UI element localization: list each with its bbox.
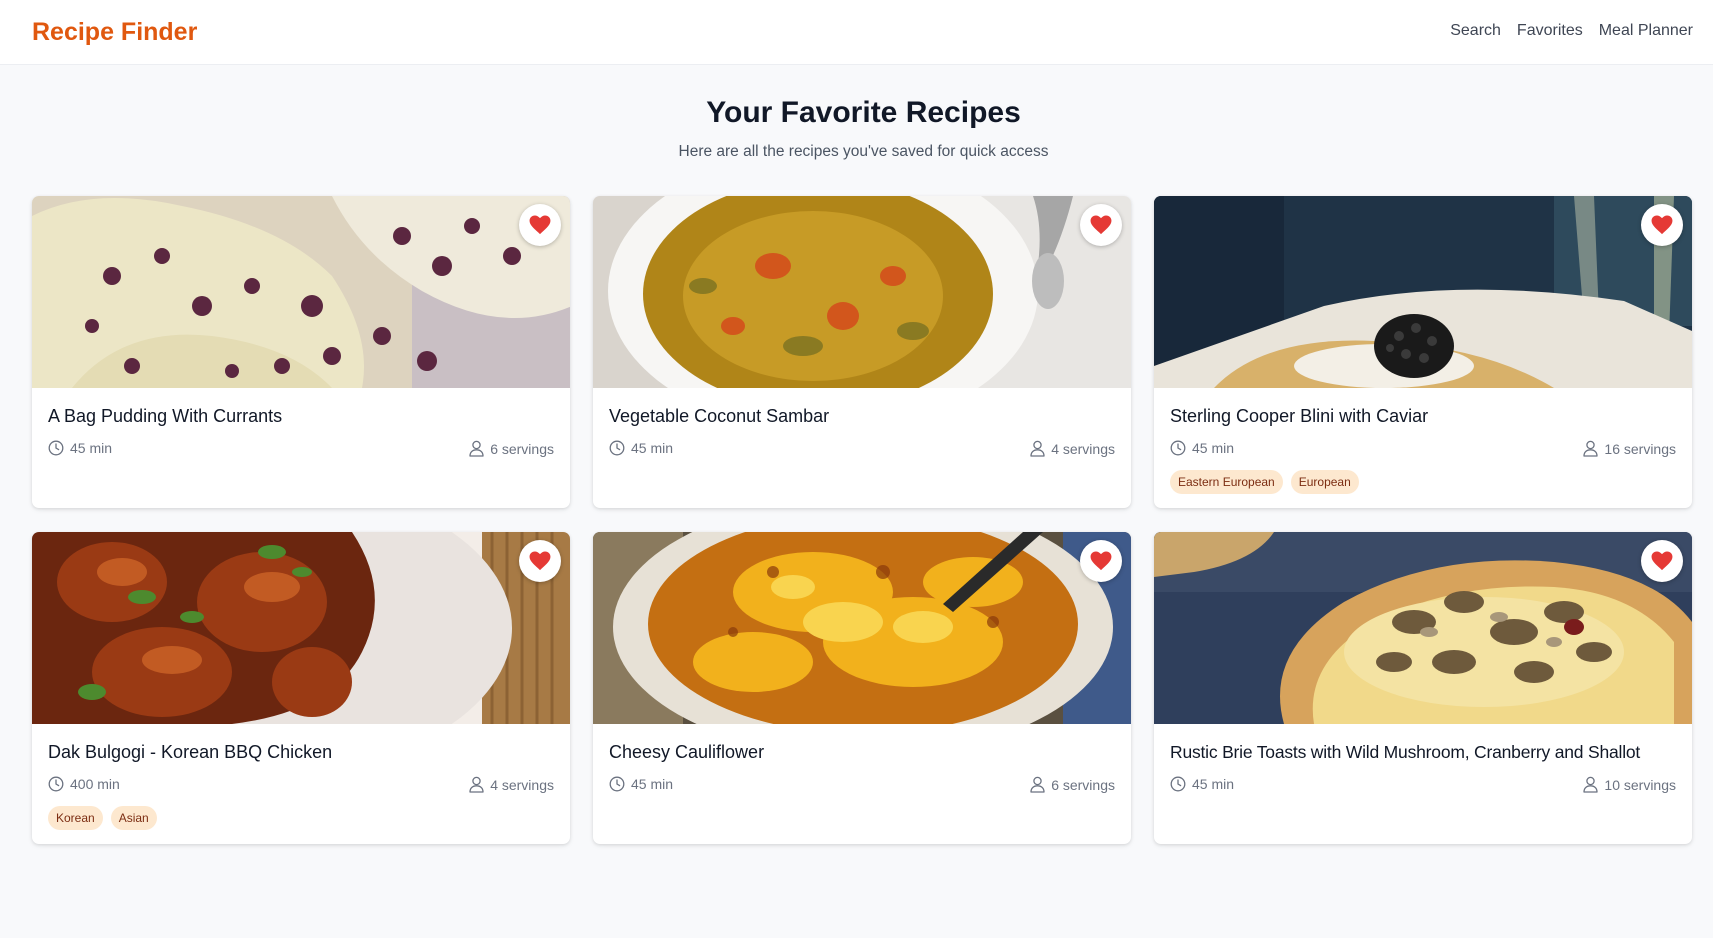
servings: 4 servings bbox=[469, 776, 554, 793]
cuisine-tag[interactable]: Korean bbox=[48, 806, 103, 830]
nav-favorites-link[interactable]: Favorites bbox=[1517, 22, 1583, 40]
chicken-photo bbox=[32, 532, 570, 724]
clock-icon bbox=[1170, 440, 1186, 456]
pudding-photo bbox=[32, 196, 570, 388]
cook-time: 400 min bbox=[48, 776, 120, 792]
cuisine-tag[interactable]: European bbox=[1290, 470, 1359, 494]
person-icon bbox=[1583, 776, 1599, 793]
person-icon bbox=[1583, 440, 1599, 457]
cuisine-tags: Eastern European European bbox=[1170, 470, 1359, 494]
recipe-meta: 45 min 4 servings bbox=[609, 440, 1115, 460]
heart-icon bbox=[1651, 551, 1673, 571]
favorite-button[interactable] bbox=[1080, 204, 1122, 246]
person-icon bbox=[469, 776, 484, 793]
heart-icon bbox=[1090, 551, 1112, 571]
sambar-photo bbox=[593, 196, 1131, 388]
servings-value: 4 servings bbox=[1051, 440, 1115, 457]
recipe-meta: 45 min 6 servings bbox=[609, 776, 1115, 796]
brand-logo[interactable]: Recipe Finder bbox=[32, 18, 197, 47]
nav-search-link[interactable]: Search bbox=[1450, 22, 1501, 40]
recipe-meta: 400 min 4 servings bbox=[48, 776, 554, 796]
favorite-button[interactable] bbox=[1080, 540, 1122, 582]
servings-value: 4 servings bbox=[490, 776, 554, 793]
recipe-card[interactable]: Sterling Cooper Blini with Caviar 45 min… bbox=[1154, 196, 1692, 508]
recipe-image[interactable] bbox=[1154, 196, 1692, 388]
cook-time: 45 min bbox=[609, 440, 673, 456]
favorite-button[interactable] bbox=[519, 540, 561, 582]
clock-icon bbox=[48, 776, 64, 792]
recipe-title[interactable]: Sterling Cooper Blini with Caviar bbox=[1170, 406, 1678, 427]
cuisine-tags: Korean Asian bbox=[48, 806, 157, 830]
cuisine-tag[interactable]: Eastern European bbox=[1170, 470, 1283, 494]
heart-icon bbox=[529, 551, 551, 571]
cauliflower-photo bbox=[593, 532, 1131, 724]
cook-time: 45 min bbox=[609, 776, 673, 792]
page-title: Your Favorite Recipes bbox=[706, 96, 1021, 129]
nav-meal-planner-link[interactable]: Meal Planner bbox=[1599, 22, 1693, 40]
recipe-card[interactable]: Rustic Brie Toasts with Wild Mushroom, C… bbox=[1154, 532, 1692, 844]
recipe-image[interactable] bbox=[593, 196, 1131, 388]
servings-value: 16 servings bbox=[1604, 440, 1676, 457]
cook-time-value: 45 min bbox=[631, 776, 674, 792]
recipe-title[interactable]: Vegetable Coconut Sambar bbox=[609, 406, 1117, 427]
cook-time: 45 min bbox=[1170, 440, 1234, 456]
person-icon bbox=[469, 440, 484, 457]
recipe-card[interactable]: A Bag Pudding With Currants 45 min 6 ser… bbox=[32, 196, 570, 508]
recipe-meta: 45 min 16 servings bbox=[1170, 440, 1676, 460]
heart-icon bbox=[1090, 215, 1112, 235]
servings-value: 10 servings bbox=[1604, 776, 1676, 793]
cook-time: 45 min bbox=[48, 440, 112, 456]
recipe-card[interactable]: Cheesy Cauliflower 45 min 6 servings bbox=[593, 532, 1131, 844]
servings: 6 servings bbox=[469, 440, 554, 457]
heart-icon bbox=[529, 215, 551, 235]
clock-icon bbox=[609, 776, 625, 792]
main-nav: Search Favorites Meal Planner bbox=[1450, 22, 1693, 40]
servings-value: 6 servings bbox=[490, 440, 554, 457]
recipe-card[interactable]: Vegetable Coconut Sambar 45 min 4 servin… bbox=[593, 196, 1131, 508]
cook-time-value: 45 min bbox=[1192, 776, 1235, 792]
heart-icon bbox=[1651, 215, 1673, 235]
cook-time-value: 45 min bbox=[70, 440, 113, 456]
brie-toast-photo bbox=[1154, 532, 1692, 724]
servings-value: 6 servings bbox=[1051, 776, 1115, 793]
servings: 10 servings bbox=[1583, 776, 1676, 793]
recipe-meta: 45 min 10 servings bbox=[1170, 776, 1676, 796]
top-navbar: Recipe Finder Search Favorites Meal Plan… bbox=[0, 0, 1713, 65]
clock-icon bbox=[609, 440, 625, 456]
cook-time: 45 min bbox=[1170, 776, 1234, 792]
cuisine-tag[interactable]: Asian bbox=[110, 806, 157, 830]
cook-time-value: 400 min bbox=[70, 776, 120, 792]
person-icon bbox=[1030, 776, 1045, 793]
recipe-image[interactable] bbox=[32, 196, 570, 388]
favorite-button[interactable] bbox=[1641, 540, 1683, 582]
favorite-button[interactable] bbox=[1641, 204, 1683, 246]
favorite-button[interactable] bbox=[519, 204, 561, 246]
page-subtitle: Here are all the recipes you've saved fo… bbox=[678, 143, 1049, 160]
cook-time-value: 45 min bbox=[1192, 440, 1235, 456]
servings: 4 servings bbox=[1030, 440, 1115, 457]
blini-photo bbox=[1154, 196, 1692, 388]
clock-icon bbox=[48, 440, 64, 456]
clock-icon bbox=[1170, 776, 1186, 792]
cook-time-value: 45 min bbox=[631, 440, 674, 456]
recipe-image[interactable] bbox=[593, 532, 1131, 724]
recipe-title[interactable]: A Bag Pudding With Currants bbox=[48, 406, 556, 427]
recipe-image[interactable] bbox=[1154, 532, 1692, 724]
recipe-title[interactable]: Dak Bulgogi - Korean BBQ Chicken bbox=[48, 742, 556, 763]
servings: 6 servings bbox=[1030, 776, 1115, 793]
recipe-meta: 45 min 6 servings bbox=[48, 440, 554, 460]
recipe-image[interactable] bbox=[32, 532, 570, 724]
recipe-title[interactable]: Rustic Brie Toasts with Wild Mushroom, C… bbox=[1170, 742, 1678, 763]
servings: 16 servings bbox=[1583, 440, 1676, 457]
recipe-card[interactable]: Dak Bulgogi - Korean BBQ Chicken 400 min… bbox=[32, 532, 570, 844]
person-icon bbox=[1030, 440, 1045, 457]
recipe-title[interactable]: Cheesy Cauliflower bbox=[609, 742, 1117, 763]
